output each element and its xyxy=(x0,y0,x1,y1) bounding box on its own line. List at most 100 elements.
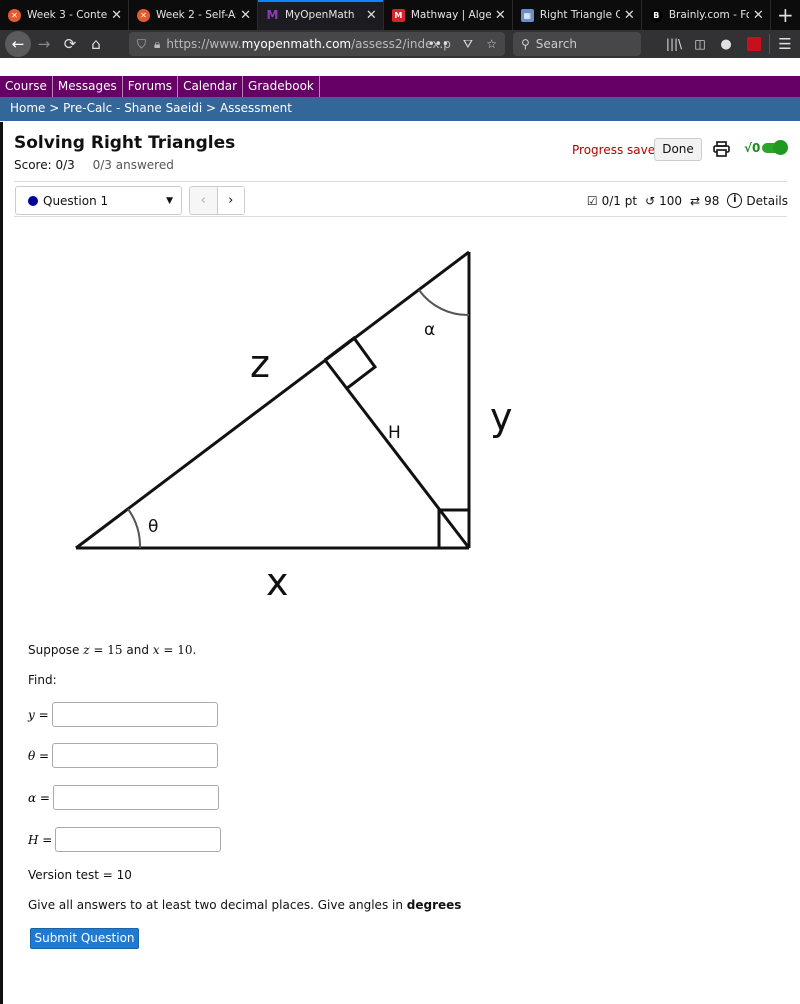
label-x: x xyxy=(266,560,289,604)
answer-row-alpha: α = xyxy=(28,785,219,810)
print-icon[interactable] xyxy=(713,141,730,157)
browser-tab[interactable]: ✕ Week 2 - Self-Ass ✕ xyxy=(129,0,258,30)
instructions: Give all answers to at least two decimal… xyxy=(28,898,462,912)
close-icon[interactable]: ✕ xyxy=(111,8,122,23)
var-label: H xyxy=(28,832,39,847)
browser-tab-bar: ✕ Week 3 - Content ✕ ✕ Week 2 - Self-Ass… xyxy=(0,0,800,30)
page-title: Solving Right Triangles xyxy=(14,133,236,153)
answer-row-y: y = xyxy=(28,702,218,727)
brainly-icon: B xyxy=(649,8,663,22)
new-tab-button[interactable]: + xyxy=(771,0,800,30)
reload-button[interactable]: ⟳ xyxy=(57,35,83,53)
browser-tab[interactable]: B Brainly.com - For ✕ xyxy=(642,0,771,30)
menu-calendar[interactable]: Calendar xyxy=(178,76,244,97)
lock-icon: 🔒︎ xyxy=(154,36,161,51)
menu-forums[interactable]: Forums xyxy=(123,76,179,97)
answer-input-y[interactable] xyxy=(51,702,218,727)
answered-count: 0/3 answered xyxy=(92,158,174,172)
answer-input-H[interactable] xyxy=(55,827,222,852)
browser-toolbar: ← → ⟳ ⌂ ⛉ 🔒︎ https://www.myopenmath.com/… xyxy=(0,30,800,58)
status-dot-icon xyxy=(28,195,38,206)
arrow-left-icon: ← xyxy=(11,35,25,53)
browser-tab[interactable]: M Mathway | Algebra ✕ xyxy=(384,0,513,30)
info-icon[interactable]: i xyxy=(727,193,743,208)
side-z xyxy=(75,250,470,550)
submit-question-button[interactable]: Submit Question xyxy=(30,928,139,949)
caret-down-icon: ▼ xyxy=(166,195,173,206)
more-icon[interactable]: ••• xyxy=(428,37,449,51)
canvas-icon: ✕ xyxy=(137,8,150,22)
chevron-right-icon: › xyxy=(228,193,234,208)
tab-label: MyOpenMath xyxy=(285,9,355,21)
sidebar-icon[interactable]: ◫ xyxy=(687,37,713,51)
shield-icon: ⛉ xyxy=(137,36,147,51)
close-icon[interactable]: ✕ xyxy=(624,8,635,23)
divider xyxy=(14,181,787,182)
sqrt-icon: √0 xyxy=(744,141,761,155)
tab-label: Brainly.com - For xyxy=(668,9,749,21)
right-angle-mark-top xyxy=(324,335,378,391)
search-icon: ⚲ xyxy=(521,37,530,51)
var-label: θ xyxy=(28,748,36,763)
label-theta: θ xyxy=(148,517,158,537)
done-button[interactable]: Done xyxy=(654,138,702,161)
breadcrumb-current: Assessment xyxy=(219,101,292,115)
close-icon[interactable]: ✕ xyxy=(495,8,506,23)
close-icon[interactable]: ✕ xyxy=(240,8,251,23)
canvas-icon: ✕ xyxy=(8,8,21,22)
details-link[interactable]: Details xyxy=(746,194,788,208)
version-text: Version test = 10 xyxy=(28,868,132,882)
retry-icon: ↺ xyxy=(645,193,656,208)
site-logo-strip xyxy=(0,58,800,76)
previous-question-button[interactable]: ‹ xyxy=(190,187,218,214)
label-y: y xyxy=(490,395,513,439)
retries-count: 100 xyxy=(659,193,683,208)
home-button[interactable]: ⌂ xyxy=(83,35,109,53)
find-label: Find: xyxy=(28,673,57,687)
search-input[interactable]: ⚲ Search xyxy=(513,32,641,56)
points-value: 0/1 pt xyxy=(601,193,638,208)
regen-icon: ⇄ xyxy=(690,193,701,208)
score-summary: Score: 0/3 0/3 answered xyxy=(14,158,174,172)
forward-button[interactable]: → xyxy=(31,35,57,53)
browser-tab-active[interactable]: M MyOpenMath ✕ xyxy=(258,0,384,30)
breadcrumb: Home > Pre-Calc - Shane Saeidi > Assessm… xyxy=(0,97,800,121)
regens-count: 98 xyxy=(704,193,720,208)
tab-label: Week 3 - Content xyxy=(27,9,108,21)
mathjax-toggle[interactable]: √0 xyxy=(744,140,789,155)
pocket-icon[interactable]: ⛛ xyxy=(463,37,473,52)
close-icon[interactable]: ✕ xyxy=(753,8,764,23)
question-select-label: Question 1 xyxy=(43,193,109,208)
progress-status: Progress saved xyxy=(572,143,663,157)
chevron-left-icon: ‹ xyxy=(200,193,206,208)
url-bar[interactable]: ⛉ 🔒︎ https://www.myopenmath.com/assess2/… xyxy=(129,32,505,56)
label-H: H xyxy=(388,423,401,443)
breadcrumb-course[interactable]: Pre-Calc - Shane Saeidi xyxy=(63,101,202,115)
back-button[interactable]: ← xyxy=(5,31,31,57)
question-given: Suppose z = 15 and x = 10. xyxy=(28,643,197,657)
extension-icon[interactable] xyxy=(747,37,761,51)
theta-arc xyxy=(127,508,142,549)
tab-label: Right Triangle Cal xyxy=(539,9,620,21)
browser-tab[interactable]: ✕ Week 3 - Content ✕ xyxy=(0,0,129,30)
question-select[interactable]: Question 1 ▼ xyxy=(15,186,182,215)
question-info: ☑ 0/1 pt ↺ 100 ⇄ 98 i Details xyxy=(587,193,788,208)
var-label: α xyxy=(28,790,37,805)
menu-course[interactable]: Course xyxy=(0,76,53,97)
account-icon[interactable]: ● xyxy=(713,37,739,52)
breadcrumb-home[interactable]: Home xyxy=(10,101,45,115)
close-icon[interactable]: ✕ xyxy=(366,8,377,23)
label-z: z xyxy=(250,342,270,386)
url-text: https://www.myopenmath.com/assess2/index… xyxy=(166,37,451,51)
menu-gradebook[interactable]: Gradebook xyxy=(243,76,320,97)
library-icon[interactable]: |||\ xyxy=(661,37,687,51)
browser-tab[interactable]: ▦ Right Triangle Cal ✕ xyxy=(513,0,642,30)
answer-input-theta[interactable] xyxy=(52,743,219,768)
answer-input-alpha[interactable] xyxy=(52,785,219,810)
toggle-switch[interactable] xyxy=(762,140,789,155)
answer-row-H: H = xyxy=(28,827,222,852)
next-question-button[interactable]: › xyxy=(217,187,244,214)
menu-messages[interactable]: Messages xyxy=(53,76,123,97)
star-icon[interactable]: ☆ xyxy=(486,37,497,51)
menu-icon[interactable]: ☰ xyxy=(770,35,800,53)
